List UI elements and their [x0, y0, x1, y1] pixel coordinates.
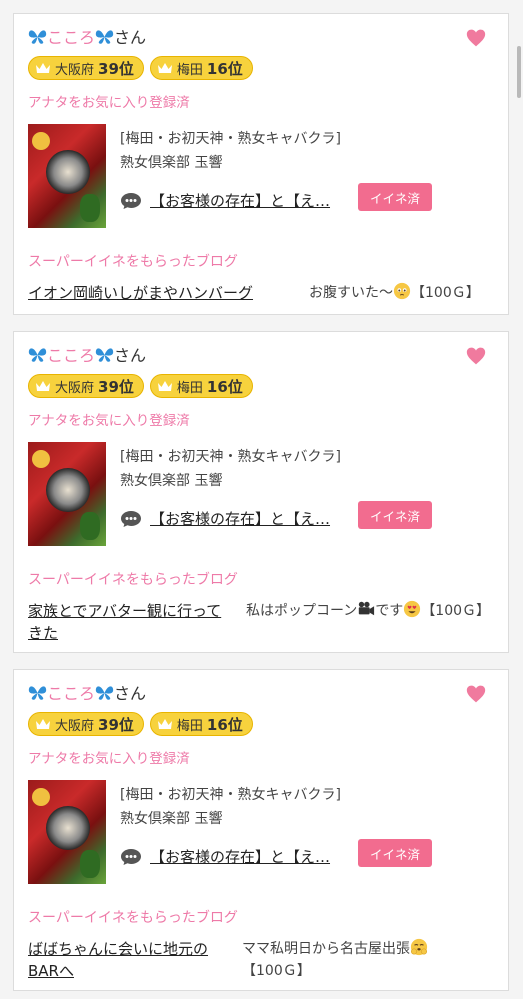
post-title-link[interactable]: ばばちゃんに会いに地元のBARへ [28, 938, 223, 982]
chat-icon [121, 192, 141, 209]
shop-name[interactable]: 熟女倶楽部 玉響 [120, 470, 222, 490]
profile-thumbnail[interactable] [28, 780, 106, 884]
crown-icon [157, 381, 172, 391]
shop-category: [梅田・お初天神・熟女キャバクラ] [120, 131, 341, 147]
user-name[interactable]: こころ さん [28, 684, 146, 704]
user-suffix: さん [114, 28, 147, 47]
user-suffix: さん [114, 684, 147, 703]
area-label: 大阪府 [55, 718, 95, 734]
comment-text: 私はポップコーン です 【100Ｇ】 [246, 600, 496, 622]
heart-icon[interactable] [466, 346, 486, 366]
favorite-status: アナタをお気に入り登録済 [28, 413, 190, 429]
scrollbar[interactable] [517, 46, 521, 98]
city-label: 梅田 [176, 718, 203, 734]
crown-icon [36, 63, 50, 73]
post-title-link[interactable]: 家族とでアバター観に行ってきた [28, 600, 233, 644]
comment-text: お腹すいた〜 【100Ｇ】 [309, 282, 480, 304]
ine-button[interactable]: イイネ済 [358, 839, 432, 867]
chat-icon [121, 848, 141, 865]
emoji-icon [393, 282, 411, 300]
crown-icon [36, 719, 50, 729]
heart-icon[interactable] [466, 28, 486, 48]
favorite-card: こころ さん 大阪府 39位 梅田 16位 アナタをお気に入り登録済 [梅田・お初天神… [13, 331, 509, 653]
city-rank-badge: 梅田 16位 [149, 56, 253, 80]
comment-before: ママ私明日から名古屋出張 [242, 941, 410, 957]
favorite-card: こころ さん 大阪府 39位 梅田 16位 アナタをお気に入り登録済 [梅田・お初天神… [13, 13, 509, 315]
user-name[interactable]: こころ さん [28, 346, 146, 366]
area-label: 大阪府 [55, 380, 95, 396]
ine-button[interactable]: イイネ済 [358, 501, 432, 529]
comment-text: ママ私明日から名古屋出張【100Ｇ】 [242, 938, 496, 982]
comment-after: 【100Ｇ】 [411, 285, 480, 301]
comment-after: 【100Ｇ】 [421, 603, 491, 619]
shop-name[interactable]: 熟女倶楽部 玉響 [120, 152, 222, 172]
emoji-icon [410, 938, 428, 956]
user-name-text: こころ [47, 684, 96, 703]
user-name-text: こころ [47, 28, 96, 47]
blog-title-link[interactable]: 【お客様の存在】と【え… [150, 190, 330, 211]
favorite-status: アナタをお気に入り登録済 [28, 751, 190, 767]
city-label: 梅田 [176, 380, 203, 396]
favorite-card: こころ さん 大阪府 39位 梅田 16位 アナタをお気に入り登録済 [梅田・お初天神… [13, 669, 509, 991]
user-suffix: さん [114, 346, 147, 365]
city-label: 梅田 [176, 62, 203, 78]
area-rank: 39位 [98, 59, 134, 78]
butterfly-icon [95, 686, 114, 700]
shop-category: [梅田・お初天神・熟女キャバクラ] [120, 787, 341, 803]
profile-thumbnail[interactable] [28, 442, 106, 546]
blog-title-link[interactable]: 【お客様の存在】と【え… [150, 846, 330, 867]
area-rank-badge: 大阪府 39位 [28, 374, 144, 398]
blog-title-link[interactable]: 【お客様の存在】と【え… [150, 508, 330, 529]
comment-after: 【100Ｇ】 [242, 963, 311, 979]
video-camera-icon [359, 601, 375, 616]
profile-thumbnail[interactable] [28, 124, 106, 228]
crown-icon [157, 719, 172, 729]
city-rank: 16位 [206, 377, 243, 396]
comment-before: 私はポップコーン [246, 603, 358, 619]
area-rank-badge: 大阪府 39位 [28, 56, 144, 80]
city-rank: 16位 [206, 59, 243, 78]
city-rank-badge: 梅田 16位 [149, 712, 253, 736]
user-name[interactable]: こころ さん [28, 28, 146, 48]
ine-button[interactable]: イイネ済 [358, 183, 432, 211]
emoji-icon [404, 600, 421, 618]
butterfly-icon [95, 348, 114, 362]
area-rank: 39位 [98, 377, 134, 396]
butterfly-icon [28, 30, 47, 44]
city-rank-badge: 梅田 16位 [149, 374, 253, 398]
heart-icon[interactable] [466, 684, 486, 704]
butterfly-icon [28, 348, 47, 362]
area-label: 大阪府 [55, 62, 95, 78]
chat-icon [121, 510, 141, 527]
area-rank: 39位 [98, 715, 134, 734]
butterfly-icon [28, 686, 47, 700]
post-title-link[interactable]: イオン岡崎いしがまやハンバーグ [28, 282, 278, 304]
crown-icon [157, 63, 172, 73]
super-ine-label: スーパーイイネをもらったブログ [28, 910, 238, 926]
comment-mid: です [375, 603, 404, 619]
butterfly-icon [95, 30, 114, 44]
shop-category: [梅田・お初天神・熟女キャバクラ] [120, 449, 341, 465]
area-rank-badge: 大阪府 39位 [28, 712, 144, 736]
shop-name[interactable]: 熟女倶楽部 玉響 [120, 808, 222, 828]
city-rank: 16位 [206, 715, 243, 734]
super-ine-label: スーパーイイネをもらったブログ [28, 254, 238, 270]
super-ine-label: スーパーイイネをもらったブログ [28, 572, 238, 588]
comment-before: お腹すいた〜 [309, 285, 393, 301]
user-name-text: こころ [47, 346, 96, 365]
favorite-status: アナタをお気に入り登録済 [28, 95, 190, 111]
crown-icon [36, 381, 50, 391]
